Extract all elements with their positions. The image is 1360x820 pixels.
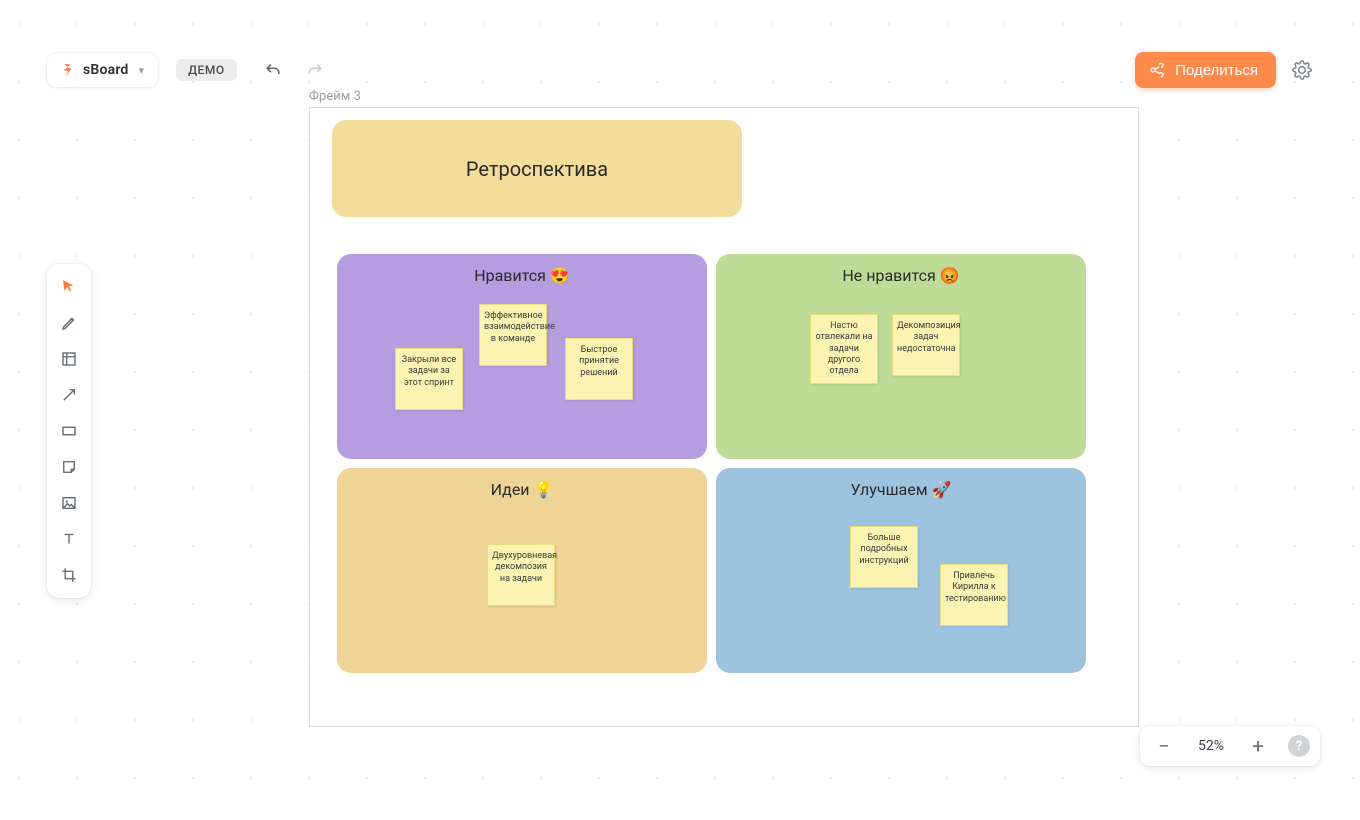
sticky-note[interactable]: Привлечь Кирилла к тестированию — [940, 564, 1008, 626]
tool-select[interactable] — [53, 272, 85, 302]
sticky-note[interactable]: Закрыли все задачи за этот спринт — [395, 348, 463, 410]
quadrant-dislike-title: Не нравится 😡 — [716, 254, 1086, 285]
tool-arrow[interactable] — [53, 380, 85, 410]
sticky-note[interactable]: Больше подробных инструкций — [850, 526, 918, 588]
quadrant-like-title: Нравится 😍 — [337, 254, 707, 285]
quadrant-improve-title: Улучшаем 🚀 — [716, 468, 1086, 499]
quadrant-ideas[interactable]: Идеи 💡 Двухуровневая декомпозия на задач… — [337, 468, 707, 673]
tool-rectangle[interactable] — [53, 416, 85, 446]
tool-frame[interactable] — [53, 344, 85, 374]
logo-icon — [61, 63, 75, 77]
help-button[interactable]: ? — [1288, 735, 1310, 757]
sticky-note[interactable]: Декомпозиция задач недостаточна — [892, 314, 960, 376]
tool-strip — [47, 264, 91, 598]
chevron-down-icon: ▾ — [139, 64, 145, 77]
sticky-note[interactable]: Эффективное взаимодействие в команде — [479, 304, 547, 366]
tool-image[interactable] — [53, 488, 85, 518]
tool-text[interactable] — [53, 524, 85, 554]
zoom-value: 52% — [1192, 738, 1230, 754]
title-text: Ретроспектива — [466, 157, 608, 181]
top-right-group: Поделиться — [1135, 52, 1320, 88]
zoom-in-button[interactable]: + — [1248, 736, 1268, 756]
demo-badge: ДЕМО — [176, 59, 237, 81]
undo-redo-group — [259, 56, 329, 84]
sticky-note[interactable]: Двухуровневая декомпозия на задачи — [487, 544, 555, 606]
share-icon — [1149, 62, 1165, 78]
title-card[interactable]: Ретроспектива — [332, 120, 742, 217]
settings-button[interactable] — [1284, 52, 1320, 88]
zoom-bar: − 52% + ? — [1140, 726, 1320, 766]
sticky-note[interactable]: Настю отвлекали на задачи другого отдела — [810, 314, 878, 384]
share-label: Поделиться — [1175, 62, 1258, 79]
zoom-out-button[interactable]: − — [1154, 736, 1174, 756]
share-button[interactable]: Поделиться — [1135, 52, 1276, 88]
quadrant-dislike[interactable]: Не нравится 😡 Настю отвлекали на задачи … — [716, 254, 1086, 459]
app-name: sBoard — [83, 62, 129, 78]
frame-label[interactable]: Фрейм 3 — [309, 89, 361, 104]
quadrant-like[interactable]: Нравится 😍 Закрыли все задачи за этот сп… — [337, 254, 707, 459]
tool-crop[interactable] — [53, 560, 85, 590]
frame[interactable]: Ретроспектива Нравится 😍 Закрыли все зад… — [309, 107, 1139, 727]
quadrant-improve[interactable]: Улучшаем 🚀 Больше подробных инструкций П… — [716, 468, 1086, 673]
redo-button[interactable] — [301, 56, 329, 84]
tool-pencil[interactable] — [53, 308, 85, 338]
quadrant-ideas-title: Идеи 💡 — [337, 468, 707, 499]
top-bar: sBoard ▾ ДЕМО — [47, 53, 329, 87]
app-chip[interactable]: sBoard ▾ — [47, 53, 158, 87]
undo-button[interactable] — [259, 56, 287, 84]
tool-sticky[interactable] — [53, 452, 85, 482]
sticky-note[interactable]: Быстрое принятие решений — [565, 338, 633, 400]
